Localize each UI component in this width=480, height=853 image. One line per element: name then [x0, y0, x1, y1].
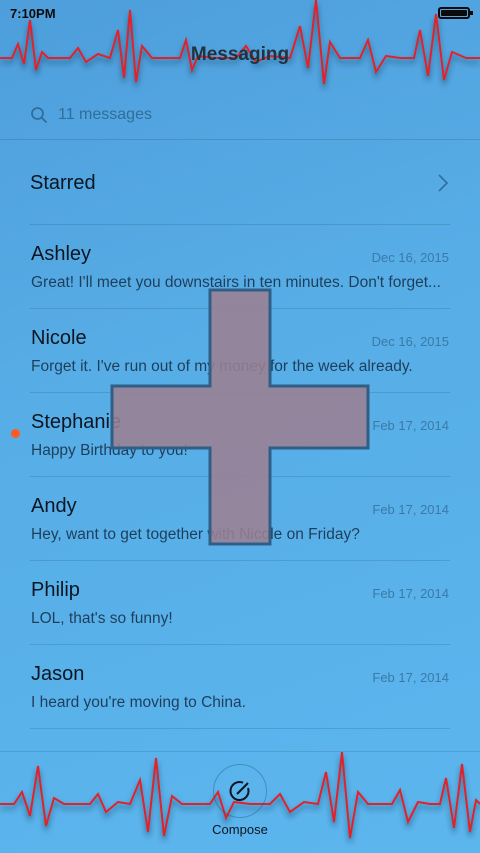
search-icon — [31, 107, 48, 124]
status-bar: 7:10PM — [0, 0, 480, 26]
contact-name: Ashley — [31, 243, 92, 265]
message-snippet: I heard you're moving to China. — [31, 694, 246, 711]
conversation-row[interactable]: Jason Feb 17, 2014 I heard you're moving… — [0, 645, 480, 729]
unread-indicator — [11, 429, 20, 438]
divider — [0, 139, 480, 140]
starred-label: Starred — [30, 171, 96, 194]
chevron-right-icon — [438, 174, 449, 192]
search-bar[interactable]: 11 messages — [30, 100, 450, 130]
divider — [0, 751, 480, 752]
compose-circle[interactable] — [213, 764, 267, 818]
contact-name: Stephanie — [31, 411, 122, 433]
message-date: Dec 16, 2015 — [371, 250, 449, 265]
battery-icon — [438, 7, 473, 19]
contact-name: Andy — [31, 495, 77, 517]
compose-label: Compose — [212, 822, 268, 837]
starred-row[interactable]: Starred — [0, 141, 480, 225]
message-date: Feb 17, 2014 — [372, 670, 449, 685]
contact-name: Nicole — [31, 327, 87, 349]
status-time: 7:10PM — [10, 5, 56, 21]
compose-button[interactable]: Compose — [210, 764, 270, 837]
page-title: Messaging — [190, 44, 290, 65]
message-date: Feb 17, 2014 — [372, 502, 449, 517]
message-date: Feb 17, 2014 — [372, 418, 449, 433]
contact-name: Jason — [31, 663, 85, 685]
contact-name: Philip — [31, 579, 80, 601]
divider — [30, 728, 450, 729]
search-input[interactable]: 11 messages — [58, 106, 152, 124]
plus-overlay-icon — [110, 288, 370, 546]
compose-icon — [229, 781, 250, 801]
conversation-row[interactable]: Philip Feb 17, 2014 LOL, that's so funny… — [0, 561, 480, 645]
message-snippet: LOL, that's so funny! — [31, 610, 173, 627]
message-date: Feb 17, 2014 — [372, 586, 449, 601]
message-date: Dec 16, 2015 — [371, 334, 449, 349]
